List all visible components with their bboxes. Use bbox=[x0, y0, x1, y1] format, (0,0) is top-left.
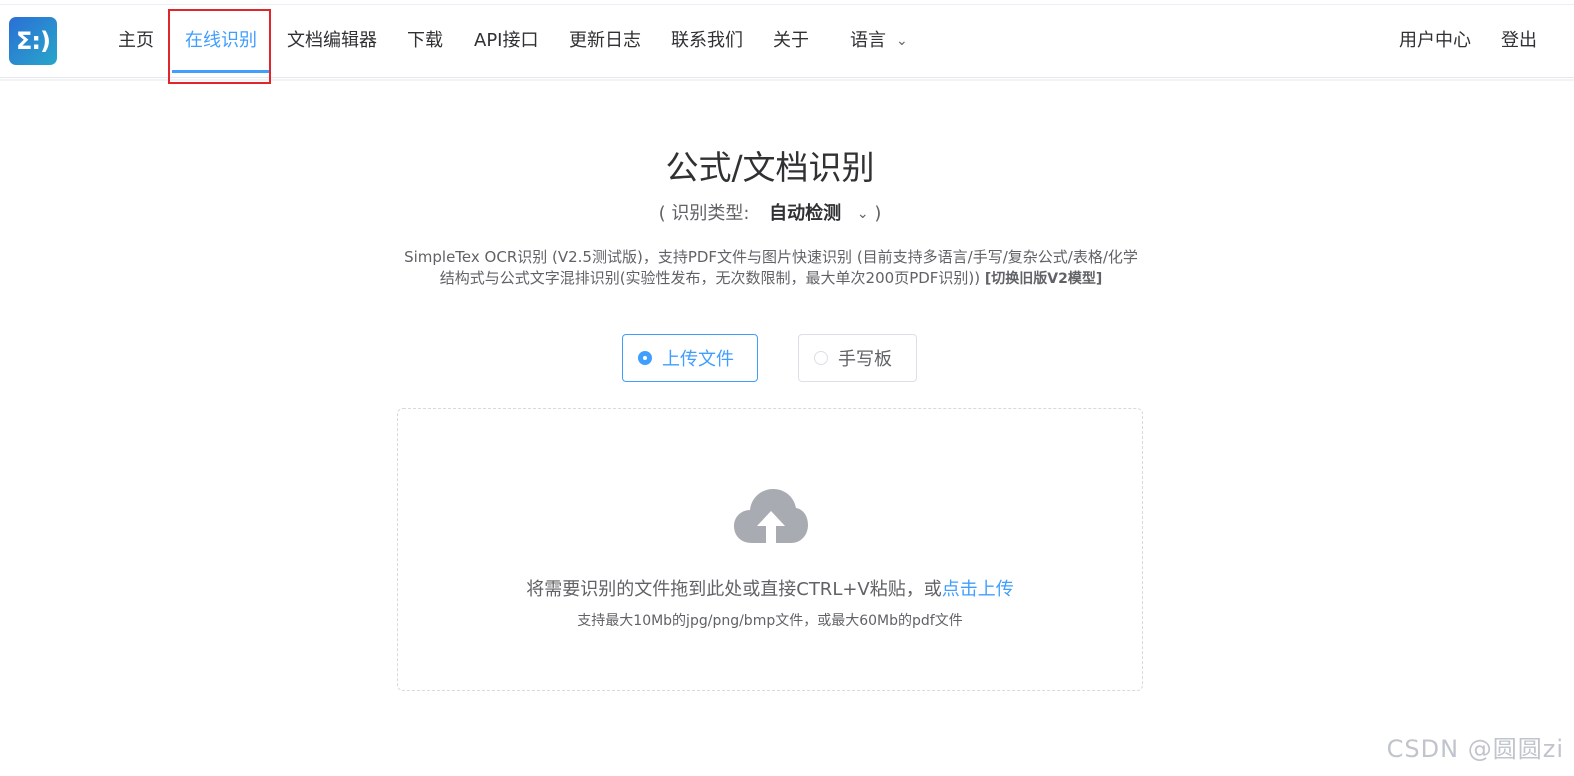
description: SimpleTex OCR识别 (V2.5测试版)，支持PDF文件与图片快速识别… bbox=[402, 247, 1140, 290]
type-prefix: ( 识别类型: bbox=[658, 203, 750, 224]
upload-text: 将需要识别的文件拖到此处或直接CTRL+V粘贴，或 bbox=[526, 579, 942, 600]
type-suffix: ) bbox=[874, 203, 882, 224]
page-title: 公式/文档识别 bbox=[665, 148, 875, 187]
chevron-down-icon[interactable]: ⌄ bbox=[857, 206, 869, 222]
annotation-highlight-box bbox=[168, 9, 271, 84]
watermark: CSDN @圆圆zi bbox=[1386, 735, 1564, 763]
upload-instructions: 将需要识别的文件拖到此处或直接CTRL+V粘贴，或点击上传 bbox=[398, 575, 1142, 601]
app-logo[interactable]: Σ:) bbox=[9, 17, 57, 65]
nav-logout[interactable]: 登出 bbox=[1501, 5, 1537, 77]
recognition-type-selector[interactable]: ( 识别类型: 自动检测 ⌄ ) bbox=[0, 199, 1540, 225]
mode-handwriting[interactable]: 手写板 bbox=[798, 334, 917, 382]
nav-user-center[interactable]: 用户中心 bbox=[1399, 5, 1471, 77]
switch-v2-link[interactable]: [切换旧版V2模型] bbox=[985, 271, 1102, 287]
radio-unchecked-icon bbox=[814, 351, 828, 365]
nav-download[interactable]: 下载 bbox=[407, 5, 443, 77]
nav-doc-editor[interactable]: 文档编辑器 bbox=[287, 5, 377, 77]
nav-about[interactable]: 关于 bbox=[773, 5, 809, 77]
radio-checked-icon bbox=[638, 351, 652, 365]
click-upload-link[interactable]: 点击上传 bbox=[942, 579, 1014, 600]
mode-upload-file[interactable]: 上传文件 bbox=[622, 334, 758, 382]
nav-language-label: 语言 bbox=[850, 30, 886, 51]
type-value[interactable]: 自动检测 bbox=[769, 203, 841, 224]
nav-contact[interactable]: 联系我们 bbox=[671, 5, 743, 77]
nav-changelog[interactable]: 更新日志 bbox=[569, 5, 641, 77]
nav-api[interactable]: API接口 bbox=[474, 5, 538, 77]
upload-dropzone[interactable]: 将需要识别的文件拖到此处或直接CTRL+V粘贴，或点击上传 支持最大10Mb的j… bbox=[397, 408, 1143, 691]
chevron-down-icon: ⌄ bbox=[896, 33, 908, 49]
mode-handwriting-label: 手写板 bbox=[838, 349, 892, 370]
nav-language[interactable]: 语言 ⌄ bbox=[850, 5, 908, 77]
upload-tip: 支持最大10Mb的jpg/png/bmp文件，或最大60Mb的pdf文件 bbox=[577, 613, 963, 629]
mode-upload-label: 上传文件 bbox=[662, 349, 734, 370]
cloud-upload-icon bbox=[734, 489, 808, 543]
nav-home[interactable]: 主页 bbox=[118, 5, 154, 77]
